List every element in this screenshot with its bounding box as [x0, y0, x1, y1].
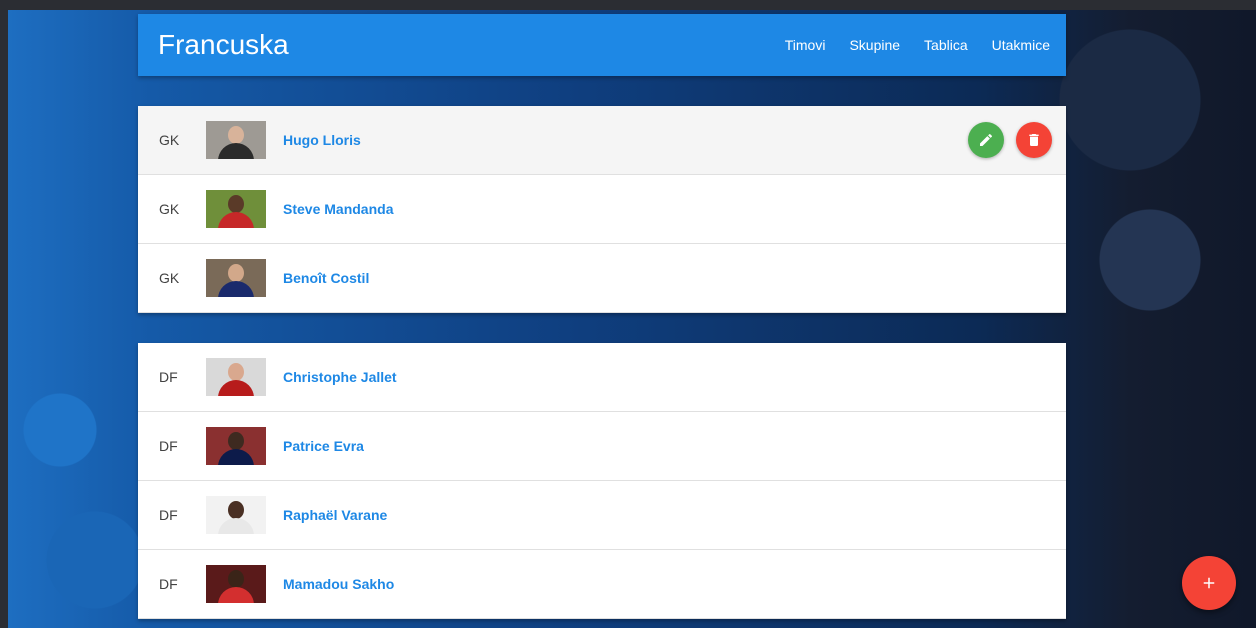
player-position: DF	[159, 576, 178, 592]
player-position: GK	[159, 201, 180, 217]
page-title[interactable]: Francuska	[158, 29, 761, 61]
trash-icon	[1029, 134, 1039, 146]
nav-menu: Timovi Skupine Tablica Utakmice	[761, 37, 1050, 53]
window-frame-left	[0, 0, 8, 628]
player-position: GK	[159, 132, 180, 148]
player-name[interactable]: Benoît Costil	[283, 270, 369, 286]
player-photo	[206, 259, 266, 297]
player-name[interactable]: Steve Mandanda	[283, 201, 393, 217]
nav-item-skupine[interactable]: Skupine	[849, 37, 900, 53]
player-photo	[206, 190, 266, 228]
player-name[interactable]: Mamadou Sakho	[283, 576, 394, 592]
window-frame-top	[0, 0, 1256, 10]
nav-item-timovi[interactable]: Timovi	[785, 37, 826, 53]
player-position: DF	[159, 438, 178, 454]
player-position: DF	[159, 369, 178, 385]
add-player-button[interactable]	[1182, 556, 1236, 610]
player-photo	[206, 427, 266, 465]
player-photo	[206, 121, 266, 159]
edit-button[interactable]	[968, 122, 1004, 158]
player-row[interactable]: DF Raphaël Varane	[138, 481, 1066, 550]
player-photo	[206, 496, 266, 534]
app-bar: Francuska Timovi Skupine Tablica Utakmic…	[138, 14, 1066, 76]
nav-item-tablica[interactable]: Tablica	[924, 37, 968, 53]
player-position: GK	[159, 270, 180, 286]
pencil-icon	[980, 133, 993, 146]
player-photo	[206, 565, 266, 603]
player-group-df: DF Christophe Jallet DF Patrice Evra DF …	[138, 343, 1066, 619]
player-row[interactable]: DF Patrice Evra	[138, 412, 1066, 481]
player-row[interactable]: GK Hugo Lloris	[138, 106, 1066, 175]
plus-icon	[1203, 577, 1215, 589]
player-name[interactable]: Hugo Lloris	[283, 132, 361, 148]
row-actions	[956, 122, 1052, 158]
main-container: Francuska Timovi Skupine Tablica Utakmic…	[138, 14, 1066, 619]
player-row[interactable]: DF Mamadou Sakho	[138, 550, 1066, 619]
player-row[interactable]: GK Benoît Costil	[138, 244, 1066, 313]
player-row[interactable]: GK Steve Mandanda	[138, 175, 1066, 244]
player-name[interactable]: Patrice Evra	[283, 438, 364, 454]
player-name[interactable]: Christophe Jallet	[283, 369, 397, 385]
delete-button[interactable]	[1016, 122, 1052, 158]
player-name[interactable]: Raphaël Varane	[283, 507, 387, 523]
player-position: DF	[159, 507, 178, 523]
player-photo	[206, 358, 266, 396]
player-group-gk: GK Hugo Lloris GK Steve Mandanda GK Beno…	[138, 106, 1066, 313]
player-row[interactable]: DF Christophe Jallet	[138, 343, 1066, 412]
nav-item-utakmice[interactable]: Utakmice	[992, 37, 1050, 53]
